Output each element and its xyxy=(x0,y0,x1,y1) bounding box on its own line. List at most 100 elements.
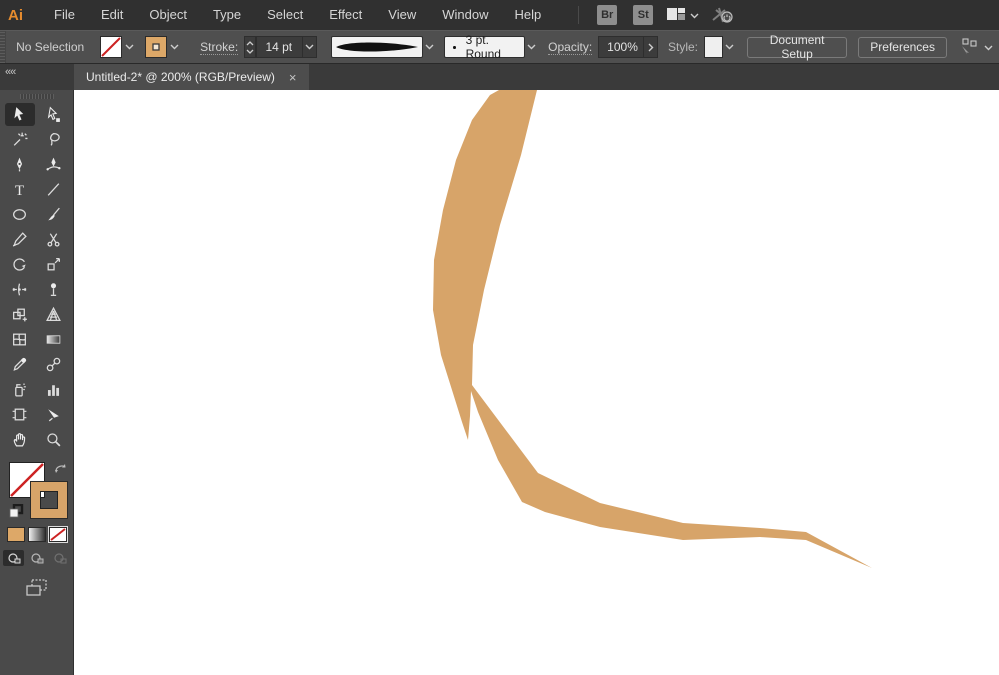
stroke-weight-stepper[interactable] xyxy=(244,36,256,58)
artboard-canvas[interactable] xyxy=(74,90,999,675)
draw-behind-button[interactable] xyxy=(26,550,47,566)
width-tool[interactable] xyxy=(5,278,35,301)
app-logo: Ai xyxy=(8,7,23,24)
selection-options-icon xyxy=(959,37,979,58)
shaper-tool[interactable] xyxy=(5,228,35,251)
type-tool[interactable]: T xyxy=(5,178,35,201)
menu-item-object[interactable]: Object xyxy=(136,0,200,30)
bridge-button[interactable]: Br xyxy=(597,5,617,25)
stroke-label[interactable]: Stroke: xyxy=(200,40,238,55)
apply-none-button[interactable] xyxy=(49,527,67,542)
blend-tool[interactable] xyxy=(39,353,69,376)
line-segment-tool[interactable] xyxy=(39,178,69,201)
workspace-switcher-icon xyxy=(667,7,685,24)
stroke-proxy-swatch[interactable] xyxy=(31,482,67,518)
shape-builder-tool[interactable] xyxy=(5,303,35,326)
document-tab[interactable]: Untitled-2* @ 200% (RGB/Preview) × xyxy=(74,64,309,90)
perspective-grid-tool[interactable] xyxy=(39,303,69,326)
control-bar: No Selection Stroke: 14 pt xyxy=(0,30,999,64)
fill-color-control[interactable] xyxy=(100,36,137,58)
apply-color-button[interactable] xyxy=(7,527,25,542)
stroke-color-control[interactable] xyxy=(145,36,182,58)
default-fill-stroke-icon[interactable] xyxy=(9,504,25,518)
menu-item-edit[interactable]: Edit xyxy=(88,0,136,30)
gradient-tool[interactable] xyxy=(39,328,69,351)
direct-selection-tool[interactable] xyxy=(39,103,69,126)
document-tab-title: Untitled-2* @ 200% (RGB/Preview) xyxy=(86,70,275,84)
menu-items: FileEditObjectTypeSelectEffectViewWindow… xyxy=(41,0,554,30)
rotate-tool[interactable] xyxy=(5,253,35,276)
selection-status: No Selection xyxy=(16,40,84,54)
chevron-down-icon[interactable] xyxy=(723,36,736,58)
menu-bar: Ai FileEditObjectTypeSelectEffectViewWin… xyxy=(0,0,999,30)
menu-bar-right: Br St xyxy=(568,5,739,25)
gpu-performance-icon[interactable] xyxy=(711,6,733,24)
chevron-down-icon[interactable] xyxy=(525,36,538,58)
pen-tool[interactable] xyxy=(5,153,35,176)
artboard-tool[interactable] xyxy=(5,403,35,426)
scissors-tool[interactable] xyxy=(39,228,69,251)
chevron-down-icon[interactable] xyxy=(122,36,137,58)
curvature-tool[interactable] xyxy=(39,153,69,176)
mesh-tool[interactable] xyxy=(5,328,35,351)
tools-panel: T xyxy=(0,90,74,675)
change-screen-mode-icon[interactable] xyxy=(25,578,49,601)
puppet-warp-tool[interactable] xyxy=(39,278,69,301)
paintbrush-tool[interactable] xyxy=(39,203,69,226)
eyedropper-tool[interactable] xyxy=(5,353,35,376)
ellipse-tool[interactable] xyxy=(5,203,35,226)
fill-none-swatch[interactable] xyxy=(100,36,122,58)
stroke-color-swatch[interactable] xyxy=(145,36,167,58)
svg-text:T: T xyxy=(15,183,24,198)
menu-item-help[interactable]: Help xyxy=(501,0,554,30)
menu-item-view[interactable]: View xyxy=(375,0,429,30)
brush-definition-field[interactable]: 3 pt. Round xyxy=(444,36,525,58)
hand-tool[interactable] xyxy=(5,428,35,451)
column-graph-tool[interactable] xyxy=(39,378,69,401)
variable-width-profile[interactable] xyxy=(331,36,423,58)
chevron-down-icon[interactable] xyxy=(423,36,436,58)
panel-grip[interactable] xyxy=(20,94,54,99)
tools-grid: T xyxy=(3,102,71,452)
menu-item-select[interactable]: Select xyxy=(254,0,316,30)
document-setup-button[interactable]: Document Setup xyxy=(747,37,847,58)
submenu-arrow-icon[interactable] xyxy=(644,36,658,58)
panel-grip[interactable] xyxy=(0,31,6,63)
opacity-label[interactable]: Opacity: xyxy=(548,40,592,55)
stroke-weight-field[interactable]: 14 pt xyxy=(256,36,303,58)
fill-stroke-proxy xyxy=(5,460,69,522)
symbol-sprayer-tool[interactable] xyxy=(5,378,35,401)
draw-inside-button[interactable] xyxy=(49,550,70,566)
close-icon[interactable]: × xyxy=(289,71,297,84)
drawing-mode-buttons xyxy=(3,550,70,566)
illustrator-window: Ai FileEditObjectTypeSelectEffectViewWin… xyxy=(0,0,999,675)
workspace-switcher-button[interactable] xyxy=(667,7,699,24)
divider xyxy=(578,6,579,24)
lasso-tool[interactable] xyxy=(39,128,69,151)
zoom-tool[interactable] xyxy=(39,428,69,451)
draw-normal-button[interactable] xyxy=(3,550,24,566)
brush-name: 3 pt. Round xyxy=(466,33,517,61)
collapse-panels-icon[interactable]: «« xyxy=(5,66,15,78)
style-swatch[interactable] xyxy=(704,36,723,58)
chevron-down-icon xyxy=(984,40,993,54)
menu-item-window[interactable]: Window xyxy=(429,0,501,30)
menu-item-effect[interactable]: Effect xyxy=(316,0,375,30)
magic-wand-tool[interactable] xyxy=(5,128,35,151)
chevron-down-icon[interactable] xyxy=(167,36,182,58)
menu-item-type[interactable]: Type xyxy=(200,0,254,30)
menu-item-file[interactable]: File xyxy=(41,0,88,30)
align-options-button[interactable] xyxy=(959,37,993,58)
chevron-down-icon xyxy=(690,8,699,22)
brush-stroke-artwork[interactable] xyxy=(74,90,999,675)
brush-thumbnail xyxy=(453,46,455,49)
slice-tool[interactable] xyxy=(39,403,69,426)
scale-tool[interactable] xyxy=(39,253,69,276)
chevron-down-icon[interactable] xyxy=(303,36,317,58)
swap-fill-stroke-icon[interactable] xyxy=(54,462,67,477)
stock-button[interactable]: St xyxy=(633,5,653,25)
apply-gradient-button[interactable] xyxy=(28,527,46,542)
opacity-field[interactable]: 100% xyxy=(598,36,644,58)
selection-tool[interactable] xyxy=(5,103,35,126)
preferences-button[interactable]: Preferences xyxy=(858,37,947,58)
